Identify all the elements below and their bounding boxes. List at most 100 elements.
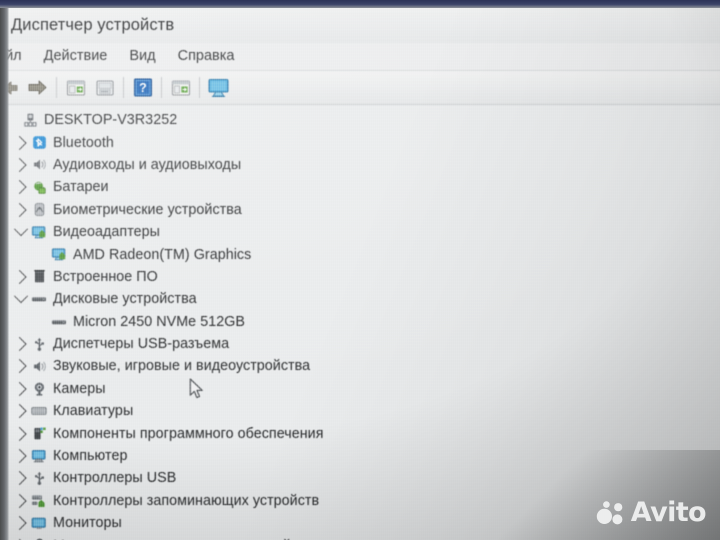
chevron-right-icon[interactable] xyxy=(12,471,29,486)
tree-item-keyboards[interactable]: Клавиатуры xyxy=(0,400,720,422)
software-component-icon xyxy=(29,426,49,441)
tree-item-mice[interactable]: Мыши и иные указывающие устройства xyxy=(0,534,720,540)
forward-button[interactable] xyxy=(23,74,52,101)
chevron-right-icon[interactable] xyxy=(12,426,29,441)
help-button[interactable]: ? xyxy=(128,74,157,101)
menu-item-view[interactable]: Вид xyxy=(118,45,166,68)
tree-item-label: Контроллеры запоминающих устройств xyxy=(53,492,320,509)
tree-item-disk-drives[interactable]: Дисковые устройства xyxy=(0,288,720,310)
camera-icon xyxy=(29,381,49,396)
tree-item-label: Биометрические устройства xyxy=(53,201,242,218)
title-bar: Диспетчер устройств xyxy=(0,7,720,43)
help-icon: ? xyxy=(133,78,152,97)
tree-item-usb-controllers[interactable]: Контроллеры USB xyxy=(0,467,720,489)
tree-item-label: Клавиатуры xyxy=(53,403,134,420)
toolbar-separator-4 xyxy=(199,77,200,98)
computer-root-icon xyxy=(20,113,40,128)
chevron-right-icon[interactable] xyxy=(12,202,29,217)
tree-item-label: Диспетчеры USB-разъема xyxy=(53,336,230,353)
tree-item-label: Компьютер xyxy=(53,448,128,465)
bluetooth-icon xyxy=(29,135,49,150)
tree-item-display-adapters[interactable]: Видеоадаптеры xyxy=(0,221,720,243)
chevron-right-icon[interactable] xyxy=(12,269,29,284)
tree-item-label: AMD Radeon(TM) Graphics xyxy=(73,246,252,263)
enable-device-button[interactable] xyxy=(166,74,195,101)
audio-icon xyxy=(29,359,49,374)
chevron-right-icon[interactable] xyxy=(12,135,29,150)
chevron-right-icon[interactable] xyxy=(12,359,29,374)
menu-item-action[interactable]: Действие xyxy=(33,45,119,68)
firmware-icon xyxy=(29,269,49,284)
tree-root-row[interactable]: DESKTOP-V3R3252 xyxy=(0,109,720,131)
toolbar-separator-2 xyxy=(123,77,124,98)
properties-button[interactable] xyxy=(61,74,90,101)
tree-item-batteries[interactable]: Батареи xyxy=(0,176,720,198)
tree-item-bluetooth[interactable]: Bluetooth xyxy=(0,131,720,153)
tree-item-cameras[interactable]: Камеры xyxy=(0,378,720,400)
storage-controller-icon xyxy=(29,493,49,508)
tree-item-biometric[interactable]: Биометрические устройства xyxy=(0,199,720,221)
disk-drive-icon xyxy=(29,292,49,306)
tree-item-label: Компоненты программного обеспечения xyxy=(53,425,324,442)
menu-item-file[interactable]: айл xyxy=(0,45,33,68)
enable-device-icon xyxy=(171,79,190,96)
chevron-right-icon[interactable] xyxy=(12,180,29,195)
update-driver-icon xyxy=(95,79,114,96)
toolbar-separator xyxy=(56,77,57,98)
computer-icon xyxy=(29,449,49,463)
usb-icon xyxy=(29,337,49,352)
tree-root-label: DESKTOP-V3R3252 xyxy=(44,112,178,129)
tree-item-label: Мониторы xyxy=(53,515,122,532)
menu-bar: айл Действие Вид Справка xyxy=(0,43,720,71)
tree-item-label: Звуковые, игровые и видеоустройства xyxy=(53,358,311,375)
toolbar: ? xyxy=(0,71,720,105)
chevron-right-icon[interactable] xyxy=(12,337,29,352)
forward-arrow-icon xyxy=(28,80,47,95)
tree-item-micron-nvme[interactable]: Micron 2450 NVMe 512GB xyxy=(0,311,720,333)
device-manager-window: Диспетчер устройств айл Действие Вид Спр… xyxy=(0,7,720,540)
disk-drive-icon xyxy=(49,315,69,329)
tree-item-label: Контроллеры USB xyxy=(53,470,177,487)
battery-icon xyxy=(29,180,49,195)
keyboard-icon xyxy=(29,404,49,418)
tree-item-label: Дисковые устройства xyxy=(53,291,197,308)
tree-item-amd-radeon[interactable]: AMD Radeon(TM) Graphics xyxy=(0,243,720,265)
monitor-icon xyxy=(29,516,49,530)
display-adapter-icon xyxy=(49,247,69,262)
tree-item-software-components[interactable]: Компоненты программного обеспечения xyxy=(0,422,720,444)
toolbar-separator-3 xyxy=(161,77,162,98)
tree-item-firmware[interactable]: Встроенное ПО xyxy=(0,266,720,288)
chevron-right-icon[interactable] xyxy=(12,381,29,396)
menu-item-help[interactable]: Справка xyxy=(167,45,246,68)
chevron-right-icon[interactable] xyxy=(12,448,29,464)
chevron-down-icon[interactable] xyxy=(12,222,29,237)
back-button[interactable] xyxy=(0,74,23,101)
biometric-icon xyxy=(29,202,49,217)
tree-item-label: Встроенное ПО xyxy=(53,268,158,285)
tree-item-label: Батареи xyxy=(53,179,109,196)
scan-hardware-icon xyxy=(207,78,229,97)
tree-item-label: Bluetooth xyxy=(53,134,114,151)
screen-photo: Диспетчер устройств айл Действие Вид Спр… xyxy=(0,0,720,540)
svg-text:?: ? xyxy=(139,81,147,95)
tree-item-storage-controllers[interactable]: Контроллеры запоминающих устройств xyxy=(0,490,720,512)
tree-item-sound-video-game[interactable]: Звуковые, игровые и видеоустройства xyxy=(0,355,720,377)
device-tree[interactable]: DESKTOP-V3R3252 Bluetooth Аудиовходы и а… xyxy=(0,105,720,540)
back-arrow-icon xyxy=(2,81,17,94)
tree-item-label: Micron 2450 NVMe 512GB xyxy=(73,313,245,330)
tree-item-label: Камеры xyxy=(53,380,106,397)
chevron-down-icon[interactable] xyxy=(12,289,29,304)
tree-item-usb-connector-managers[interactable]: Диспетчеры USB-разъема xyxy=(0,333,720,355)
chevron-right-icon[interactable] xyxy=(12,157,29,173)
tree-item-monitors[interactable]: Мониторы xyxy=(0,512,720,534)
scan-hardware-button[interactable] xyxy=(204,74,233,101)
update-driver-button[interactable] xyxy=(90,74,119,101)
chevron-right-icon[interactable] xyxy=(12,516,29,531)
chevron-right-icon[interactable] xyxy=(12,404,29,419)
chevron-right-icon[interactable] xyxy=(12,493,29,508)
tree-item-computer[interactable]: Компьютер xyxy=(0,445,720,467)
tree-item-audio-io[interactable]: Аудиовходы и аудиовыходы xyxy=(0,154,720,176)
usb-icon xyxy=(29,471,49,486)
tree-item-label: Видеоадаптеры xyxy=(53,224,160,241)
window-title: Диспетчер устройств xyxy=(11,15,175,34)
